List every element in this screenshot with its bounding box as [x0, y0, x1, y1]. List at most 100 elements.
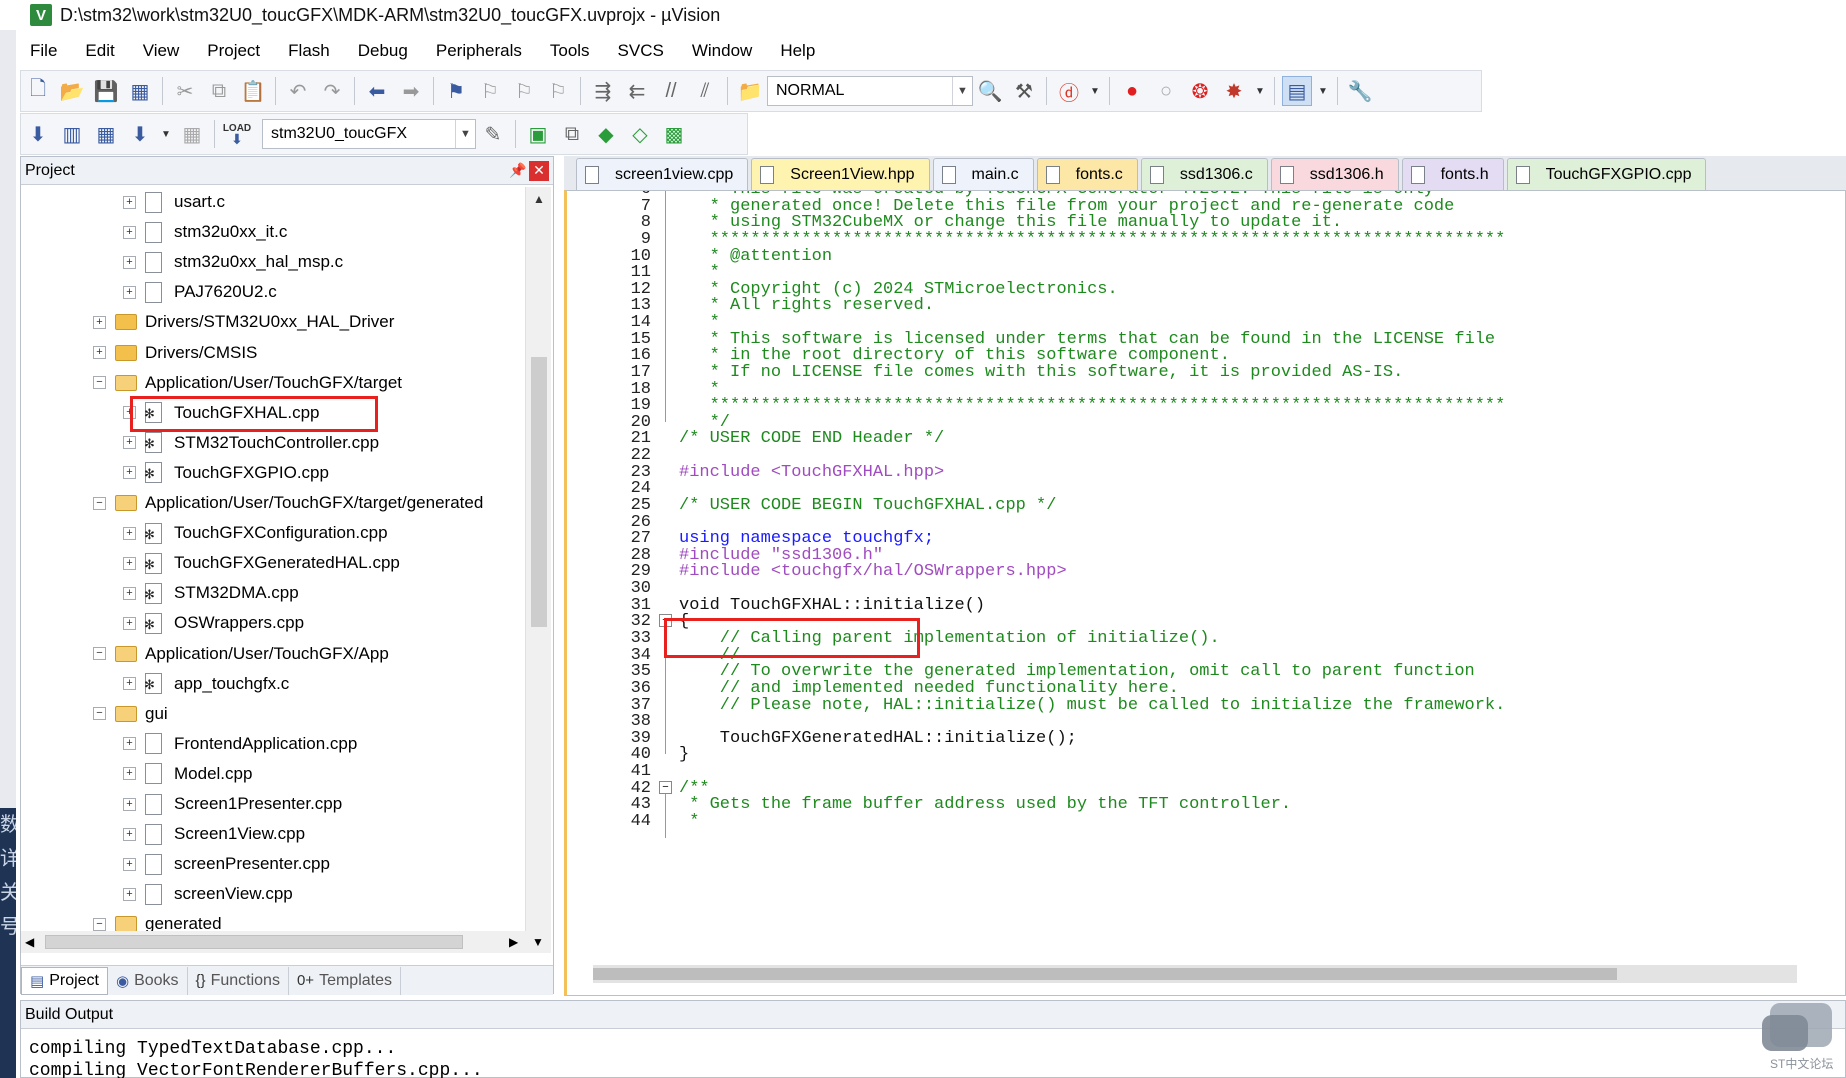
insert-breakpoint-icon[interactable]: ●: [1117, 76, 1147, 106]
tree-item[interactable]: + TouchGFXConfiguration.cpp: [123, 518, 388, 548]
expand-icon[interactable]: +: [123, 255, 136, 269]
new-file-icon[interactable]: 🗋: [23, 76, 53, 106]
save-icon[interactable]: 💾: [91, 76, 121, 106]
tree-item[interactable]: + Screen1View.cpp: [123, 819, 305, 849]
translate-icon[interactable]: ⬇: [23, 119, 53, 149]
editor-tab[interactable]: Screen1View.hpp: [751, 158, 930, 190]
tree-item[interactable]: − Application/User/TouchGFX/target/genera…: [93, 488, 483, 518]
chevron-down-icon[interactable]: ▼: [1088, 76, 1102, 106]
expand-icon[interactable]: +: [123, 285, 136, 299]
menu-debug[interactable]: Debug: [344, 41, 422, 61]
manage-components-icon[interactable]: ▣: [523, 119, 553, 149]
tree-item[interactable]: + Drivers/CMSIS: [93, 338, 257, 368]
editor-tab[interactable]: fonts.h: [1401, 158, 1504, 190]
editor-tab[interactable]: TouchGFXGPIO.cpp: [1506, 158, 1707, 190]
debug-session-icon[interactable]: ⓓ: [1054, 76, 1084, 106]
code-line[interactable]: /* USER CODE END Header */: [679, 429, 944, 448]
editor-tab[interactable]: screen1view.cpp: [576, 158, 749, 190]
unindent-icon[interactable]: ⇇: [622, 76, 652, 106]
tree-item[interactable]: + FrontendApplication.cpp: [123, 729, 357, 759]
collapse-icon[interactable]: −: [93, 707, 106, 721]
code-line[interactable]: // Please note, HAL::initialize() must b…: [679, 696, 1506, 715]
code-line[interactable]: ****************************************…: [679, 396, 1506, 415]
scrollbar-thumb[interactable]: [531, 357, 547, 627]
menu-file[interactable]: File: [16, 41, 71, 61]
batch-build-icon[interactable]: ⬇: [125, 119, 155, 149]
menu-peripherals[interactable]: Peripherals: [422, 41, 536, 61]
code-line[interactable]: #include <TouchGFXHAL.hpp>: [679, 463, 944, 482]
chevron-down-icon[interactable]: ▼: [159, 119, 173, 149]
clear-bookmarks-icon[interactable]: ⚐: [543, 76, 573, 106]
tree-item[interactable]: − Application/User/TouchGFX/App: [93, 639, 389, 669]
redo-icon[interactable]: ↷: [317, 76, 347, 106]
tree-item[interactable]: + OSWrappers.cpp: [123, 608, 304, 638]
nav-forward-icon[interactable]: ➡: [396, 76, 426, 106]
find-in-files-icon[interactable]: 📁: [735, 76, 765, 106]
configure-icon[interactable]: 🔧: [1345, 76, 1375, 106]
tab-functions[interactable]: {} Functions: [188, 966, 289, 995]
undo-icon[interactable]: ↶: [283, 76, 313, 106]
expand-icon[interactable]: +: [123, 466, 136, 480]
expand-icon[interactable]: +: [123, 677, 136, 691]
tree-item[interactable]: + Model.cpp: [123, 759, 252, 789]
tree-item[interactable]: + screenPresenter.cpp: [123, 849, 330, 879]
expand-icon[interactable]: +: [123, 556, 136, 570]
nav-back-icon[interactable]: ⬅: [362, 76, 392, 106]
manage-books-icon[interactable]: ⧉: [557, 119, 587, 149]
tab-books[interactable]: ◉ Books: [108, 966, 188, 995]
copy-icon[interactable]: ⧉: [204, 76, 234, 106]
expand-icon[interactable]: +: [123, 827, 136, 841]
tree-item[interactable]: + app_touchgfx.c: [123, 669, 289, 699]
scroll-right-icon[interactable]: ▶: [509, 931, 518, 953]
save-all-icon[interactable]: ▦: [125, 76, 155, 106]
menu-project[interactable]: Project: [193, 41, 274, 61]
code-line[interactable]: * Gets the frame buffer address used by …: [679, 795, 1291, 814]
find-icon[interactable]: 🔍: [975, 76, 1005, 106]
kill-breakpoints-icon[interactable]: ✸: [1219, 76, 1249, 106]
code-editor[interactable]: 6789101112131415161718192021222324252627…: [564, 190, 1846, 996]
editor-tab[interactable]: ssd1306.c: [1140, 158, 1268, 190]
pack-installer-icon[interactable]: ▩: [659, 119, 689, 149]
expand-icon[interactable]: +: [123, 526, 136, 540]
tree-item[interactable]: + STM32TouchController.cpp: [123, 428, 379, 458]
tree-item[interactable]: + Drivers/STM32U0xx_HAL_Driver: [93, 307, 394, 337]
expand-icon[interactable]: +: [123, 767, 136, 781]
select-packs-icon[interactable]: ◆: [591, 119, 621, 149]
next-bookmark-icon[interactable]: ⚐: [509, 76, 539, 106]
chevron-down-icon[interactable]: ▼: [1316, 76, 1330, 106]
comment-icon[interactable]: //: [656, 76, 686, 106]
menu-flash[interactable]: Flash: [274, 41, 344, 61]
expand-icon[interactable]: +: [123, 616, 136, 630]
expand-icon[interactable]: +: [123, 797, 136, 811]
expand-icon[interactable]: +: [123, 195, 136, 209]
scroll-down-icon[interactable]: ▼: [525, 931, 551, 953]
build-icon[interactable]: ▥: [57, 119, 87, 149]
project-vertical-scrollbar[interactable]: ▲: [525, 187, 551, 949]
incremental-find-icon[interactable]: ⚒: [1009, 76, 1039, 106]
code-line[interactable]: void TouchGFXHAL::initialize(): [679, 596, 985, 615]
code-line[interactable]: #include <touchgfx/hal/OSWrappers.hpp>: [679, 562, 1067, 581]
mode-combo[interactable]: NORMAL ▼: [767, 76, 973, 106]
scroll-left-icon[interactable]: ◀: [25, 931, 34, 953]
expand-icon[interactable]: +: [123, 436, 136, 450]
uncomment-icon[interactable]: ⫽: [690, 76, 720, 106]
code-line[interactable]: TouchGFXGeneratedHAL::initialize();: [679, 729, 1077, 748]
editor-tab[interactable]: fonts.c: [1036, 158, 1138, 190]
bookmark-icon[interactable]: ⚑: [441, 76, 471, 106]
fold-toggle-icon[interactable]: −: [659, 780, 672, 794]
download-load-icon[interactable]: LOAD ⬇: [222, 119, 252, 149]
window-layout-icon[interactable]: ▤: [1282, 76, 1312, 106]
editor-horizontal-scrollbar[interactable]: [593, 965, 1797, 983]
tree-item[interactable]: + usart.c: [123, 187, 225, 217]
expand-icon[interactable]: +: [123, 225, 136, 239]
stop-build-icon[interactable]: ▦: [177, 119, 207, 149]
expand-icon[interactable]: +: [93, 346, 106, 359]
scroll-up-icon[interactable]: ▲: [526, 187, 552, 211]
prev-bookmark-icon[interactable]: ⚐: [475, 76, 505, 106]
menu-view[interactable]: View: [129, 41, 194, 61]
project-horizontal-scrollbar[interactable]: ◀ ▶: [21, 931, 525, 953]
rebuild-icon[interactable]: ▦: [91, 119, 121, 149]
options-for-target-icon[interactable]: ✎: [478, 119, 508, 149]
tree-item[interactable]: − gui: [93, 699, 168, 729]
collapse-icon[interactable]: −: [93, 917, 106, 931]
